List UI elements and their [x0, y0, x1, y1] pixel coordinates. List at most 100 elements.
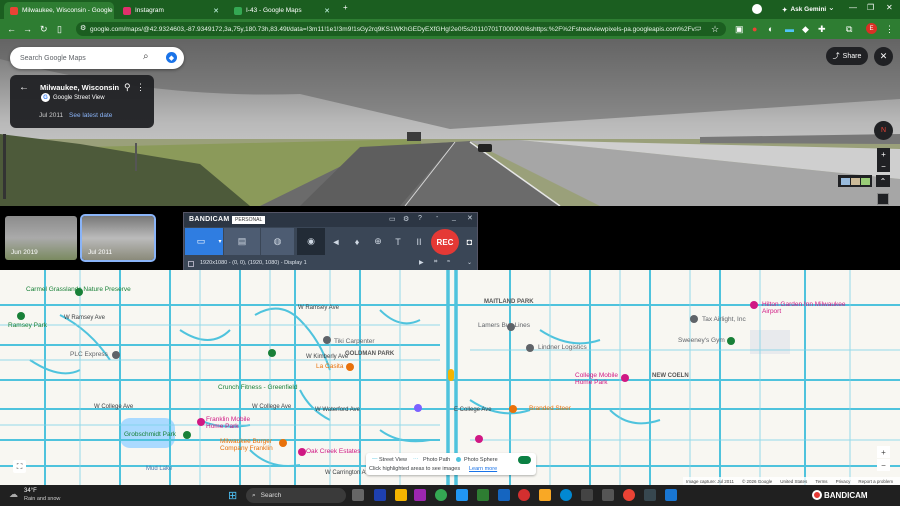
restaurant-pin-icon[interactable] [346, 363, 354, 371]
back-arrow-icon[interactable]: ← [19, 82, 29, 93]
app-icon[interactable] [665, 489, 677, 501]
close-tab-icon[interactable]: ✕ [209, 7, 219, 15]
close-tab-icon[interactable]: ✕ [113, 7, 114, 15]
share-button[interactable]: ⤴ Share [826, 47, 868, 65]
extension-icon[interactable]: ● [752, 23, 757, 35]
chrome-account-icon[interactable] [752, 4, 762, 14]
directions-icon[interactable]: ◆ [166, 52, 177, 63]
media-player-icon[interactable] [644, 489, 656, 501]
place-label[interactable]: Branded Steer [529, 405, 571, 412]
place-label[interactable]: Carmel Grasslands Nature Preserve [26, 286, 131, 293]
restaurant-pin-icon[interactable] [279, 439, 287, 447]
collapse-chevron-icon[interactable]: ⌄ [467, 259, 472, 266]
cast-icon[interactable]: ▭ [695, 23, 702, 35]
webcam-off-icon[interactable]: ◉ [297, 228, 325, 255]
speaker-icon[interactable]: ◄ [327, 228, 345, 255]
app-icon[interactable] [456, 489, 468, 501]
place-label[interactable]: College Mobile Home Park [575, 372, 620, 386]
map-zoom-in-button[interactable]: + [877, 446, 890, 458]
file-explorer-icon[interactable] [395, 489, 407, 501]
hotel-pin-icon[interactable] [750, 301, 758, 309]
place-label[interactable]: Sweeney's Gym [678, 337, 725, 344]
street-view-toggle[interactable] [518, 456, 531, 464]
report-problem-link[interactable]: Report a problem [858, 479, 893, 484]
lodging-pin-icon[interactable] [475, 435, 483, 443]
record-video-icon[interactable]: ▶ [419, 259, 424, 266]
ask-gemini-button[interactable]: ✦ Ask Gemini [776, 3, 833, 16]
downloads-icon[interactable]: ⧉ [846, 23, 852, 35]
game-mode-button[interactable]: ◍ [261, 228, 294, 255]
extension-icon[interactable]: ◐ [768, 23, 773, 35]
site-info-icon[interactable]: ⚙ [80, 23, 86, 35]
close-icon[interactable]: ✕ [467, 214, 473, 222]
bookmark-star-icon[interactable]: ☆ [711, 23, 719, 35]
folder-icon[interactable]: ▭ [389, 215, 396, 223]
address-bar[interactable]: google.com/maps/@42.9324603,-87.9349172,… [76, 22, 726, 36]
screen-mode-button[interactable]: ▭ [185, 228, 217, 255]
weather-description[interactable]: Rain and snow [24, 496, 60, 502]
place-label[interactable]: Milwaukee Burger Company Franklin [220, 438, 278, 452]
device-mode-button[interactable]: ▤ [224, 228, 260, 255]
place-label[interactable]: Lamers Bus Lines [478, 322, 530, 329]
restore-icon[interactable]: ❐ [867, 3, 874, 12]
restaurant-pin-icon[interactable] [509, 405, 517, 413]
windows-start-icon[interactable]: ⊞ [228, 489, 237, 502]
microphone-off-icon[interactable]: ♦ [348, 228, 366, 255]
screen-mode-dropdown[interactable]: ▾ [217, 228, 223, 255]
attribution-text[interactable]: United States [780, 479, 807, 484]
extension-icon[interactable]: ◆ [802, 23, 809, 35]
bandicam-app-icon[interactable] [518, 489, 530, 501]
lodging-pin-icon[interactable] [621, 374, 629, 382]
zoom-out-button[interactable]: − [877, 160, 890, 172]
target-area-icon[interactable]: ⌗ [434, 259, 437, 266]
map-layer-icon[interactable] [840, 177, 850, 185]
extensions-puzzle-icon[interactable]: ✚ [818, 23, 826, 35]
minimize-icon[interactable]: - [436, 214, 438, 221]
folder-icon[interactable] [539, 489, 551, 501]
place-label[interactable]: Ramsey Park [8, 322, 47, 329]
forward-arrow-icon[interactable]: → [23, 23, 32, 35]
place-label[interactable]: Hilton Garden Inn Milwaukee Airport [762, 301, 852, 315]
compass-icon[interactable]: N [874, 121, 893, 140]
location-pin-icon[interactable]: ⚲ [124, 82, 131, 93]
wireless-icon[interactable]: ≈ [447, 259, 450, 265]
learn-more-link[interactable]: Learn more [469, 466, 497, 472]
place-label[interactable]: PLC Express [70, 351, 108, 358]
extension-icon[interactable]: ▣ [735, 23, 744, 35]
settings-icon[interactable]: ⚙ [403, 215, 409, 223]
chrome-profile-icon[interactable] [623, 489, 635, 501]
close-street-view-button[interactable]: ✕ [874, 47, 893, 66]
tab-search-icon[interactable]: ⌄ [828, 3, 835, 12]
screenshot-camera-icon[interactable]: ◘ [462, 228, 477, 255]
see-latest-date-link[interactable]: See latest date [69, 112, 112, 119]
menu-kebab-icon[interactable]: ⋮ [885, 23, 894, 35]
app-icon[interactable] [602, 489, 614, 501]
park-pin-icon[interactable] [183, 431, 191, 439]
place-label[interactable]: Franklin Mobile Home Park [206, 416, 256, 430]
place-label[interactable]: Oak Creek Estates [306, 448, 361, 455]
lodging-pin-icon[interactable] [298, 448, 306, 456]
pegman-icon[interactable] [877, 193, 889, 205]
minimize-icon[interactable]: — [849, 3, 857, 12]
text-overlay-icon[interactable]: T [390, 228, 406, 255]
place-label[interactable]: Tax Airlight, Inc [702, 316, 746, 323]
snipping-tool-icon[interactable] [581, 489, 593, 501]
gym-pin-icon[interactable] [268, 349, 276, 357]
close-tab-icon[interactable]: ✕ [320, 7, 330, 15]
park-pin-icon[interactable] [17, 312, 25, 320]
profile-avatar[interactable]: E [866, 23, 877, 34]
click-effect-icon[interactable]: ⊕ [369, 228, 387, 255]
help-icon[interactable]: ? [418, 215, 422, 222]
satellite-layer-icon[interactable] [850, 177, 860, 185]
parking-pin-icon[interactable] [414, 404, 422, 412]
timeline-thumb-2019[interactable]: Jun 2019 [5, 216, 77, 260]
fullscreen-icon[interactable]: ⛶ [13, 460, 26, 473]
terms-link[interactable]: Terms [815, 479, 827, 484]
vscode-icon[interactable] [374, 489, 386, 501]
edge-icon[interactable] [560, 489, 572, 501]
zoom-in-button[interactable]: + [877, 148, 890, 160]
business-pin-icon[interactable] [112, 351, 120, 359]
weather-icon[interactable]: ☁ [9, 489, 18, 500]
bandicam-window[interactable]: BANDICAM PERSONAL ▭ ⚙ ? - _ ✕ ▭ ▾ ▤ ◍ ◉ … [183, 212, 478, 272]
weather-temperature[interactable]: 34°F [24, 488, 37, 494]
